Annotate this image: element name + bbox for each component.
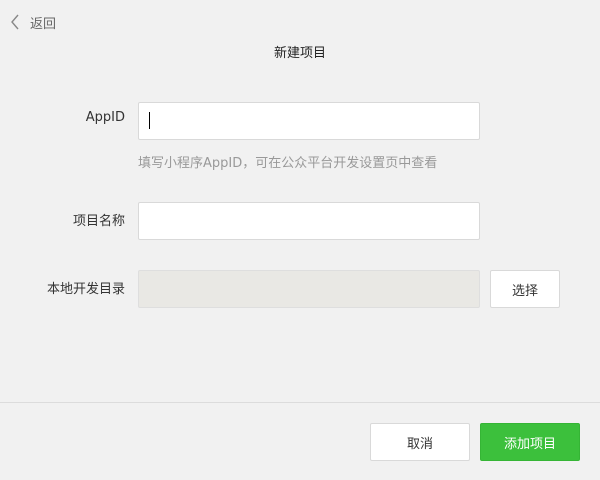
back-link[interactable]: 返回 xyxy=(10,13,57,32)
chevron-left-icon xyxy=(10,14,20,30)
new-project-dialog: 返回 新建项目 AppID 填写小程序AppID，可在公众平台开发设置页中查看 … xyxy=(0,0,600,480)
appid-hint: 填写小程序AppID，可在公众平台开发设置页中查看 xyxy=(138,156,438,171)
cancel-button[interactable]: 取消 xyxy=(370,423,470,461)
project-name-label: 项目名称 xyxy=(72,214,125,229)
local-dir-field xyxy=(138,270,480,308)
local-dir-label: 本地开发目录 xyxy=(46,282,125,297)
text-caret xyxy=(149,112,150,129)
appid-input[interactable] xyxy=(138,102,480,140)
choose-dir-button[interactable]: 选择 xyxy=(490,270,560,308)
project-name-input[interactable] xyxy=(138,202,480,240)
appid-label: AppID xyxy=(85,110,125,125)
add-project-button[interactable]: 添加项目 xyxy=(480,423,580,461)
back-label: 返回 xyxy=(30,16,57,32)
footer-divider xyxy=(0,402,600,403)
page-title: 新建项目 xyxy=(273,46,326,61)
